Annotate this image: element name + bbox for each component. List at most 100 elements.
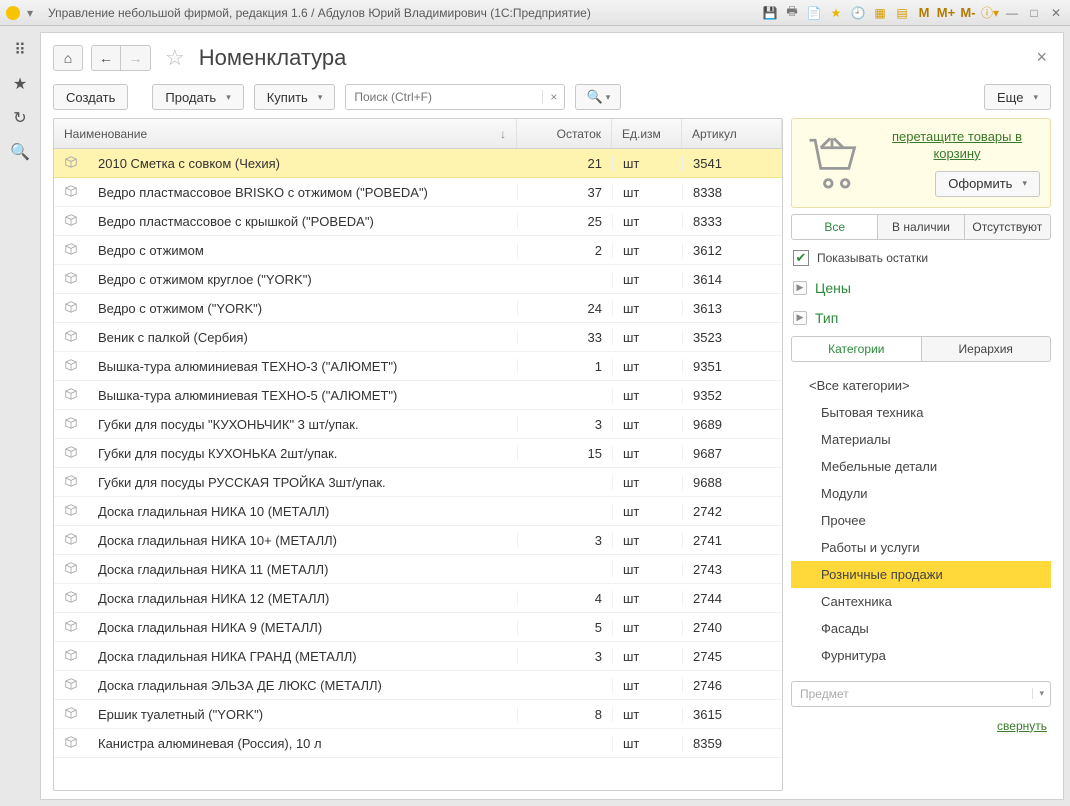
item-name: Вышка-тура алюминиевая ТЕХНО-5 ("АЛЮМЕТ"…: [88, 388, 517, 403]
item-qty: 3: [517, 417, 612, 432]
more-button[interactable]: Еще: [984, 84, 1051, 110]
item-name: Губки для посуды КУХОНЬКА 2шт/упак.: [88, 446, 517, 461]
table-row[interactable]: Ершик туалетный ("YORK")8шт3615: [54, 700, 782, 729]
search-button[interactable]: 🔍▾: [575, 84, 621, 110]
category-item[interactable]: <Все категории>: [791, 372, 1051, 399]
history-icon[interactable]: 🕘: [850, 5, 866, 21]
table-row[interactable]: Доска гладильная НИКА 12 (МЕТАЛЛ)4шт2744: [54, 584, 782, 613]
maximize-icon[interactable]: □: [1026, 5, 1042, 21]
type-expander[interactable]: ▶Тип: [791, 306, 1051, 330]
star-icon[interactable]: ★: [10, 74, 30, 94]
category-item[interactable]: Фасады: [791, 615, 1051, 642]
item-icon: [54, 503, 88, 520]
item-icon: [54, 300, 88, 317]
memory-m-plus[interactable]: M+: [938, 5, 954, 21]
memory-m[interactable]: M: [916, 5, 932, 21]
table-row[interactable]: Веник с палкой (Сербия)33шт3523: [54, 323, 782, 352]
history-icon[interactable]: ↻: [10, 108, 30, 128]
table-row[interactable]: Губки для посуды КУХОНЬКА 2шт/упак.15шт9…: [54, 439, 782, 468]
col-name[interactable]: Наименование↓: [54, 119, 517, 148]
table-row[interactable]: Вышка-тура алюминиевая ТЕХНО-5 ("АЛЮМЕТ"…: [54, 381, 782, 410]
checkout-button[interactable]: Оформить: [935, 171, 1040, 197]
dropdown-icon[interactable]: ▾: [22, 5, 38, 21]
memory-m-minus[interactable]: M-: [960, 5, 976, 21]
collapse-link[interactable]: свернуть: [997, 719, 1047, 733]
category-item[interactable]: Мебельные детали: [791, 453, 1051, 480]
table-row[interactable]: Губки для посуды РУССКАЯ ТРОЙКА 3шт/упак…: [54, 468, 782, 497]
filter-tab[interactable]: Отсутствуют: [965, 214, 1051, 240]
filter-tab[interactable]: В наличии: [878, 214, 964, 240]
item-unit: шт: [612, 301, 682, 316]
item-article: 2742: [682, 504, 782, 519]
category-item[interactable]: Фурнитура: [791, 642, 1051, 669]
item-article: 8359: [682, 736, 782, 751]
category-item[interactable]: Работы и услуги: [791, 534, 1051, 561]
table-row[interactable]: Доска гладильная НИКА 10 (МЕТАЛЛ)шт2742: [54, 497, 782, 526]
table-row[interactable]: Доска гладильная НИКА 11 (МЕТАЛЛ)шт2743: [54, 555, 782, 584]
item-article: 3615: [682, 707, 782, 722]
table-row[interactable]: Доска гладильная НИКА 10+ (МЕТАЛЛ)3шт274…: [54, 526, 782, 555]
create-button[interactable]: Создать: [53, 84, 128, 110]
category-item[interactable]: Розничные продажи: [791, 561, 1051, 588]
doc-icon[interactable]: 📄: [806, 5, 822, 21]
calculator-icon[interactable]: ▦: [872, 5, 888, 21]
table-row[interactable]: Доска гладильная НИКА 9 (МЕТАЛЛ)5шт2740: [54, 613, 782, 642]
table-row[interactable]: Губки для посуды "КУХОНЬЧИК" 3 шт/упак.3…: [54, 410, 782, 439]
cart-dropzone[interactable]: перетащите товары в корзину Оформить: [791, 118, 1051, 208]
table-row[interactable]: Вышка-тура алюминиевая ТЕХНО-3 ("АЛЮМЕТ"…: [54, 352, 782, 381]
favorite-toggle-icon[interactable]: ☆: [165, 45, 185, 71]
buy-button[interactable]: Купить: [254, 84, 336, 110]
category-item[interactable]: Бытовая техника: [791, 399, 1051, 426]
cart-hint-link[interactable]: перетащите товары в корзину: [892, 129, 1022, 161]
table-row[interactable]: Ведро пластмассовое BRISKO с отжимом ("P…: [54, 178, 782, 207]
item-icon: [54, 387, 88, 404]
col-qty[interactable]: Остаток: [517, 119, 612, 148]
item-icon: [54, 648, 88, 665]
table-row[interactable]: Канистра алюминевая (Россия), 10 лшт8359: [54, 729, 782, 758]
search-input[interactable]: [346, 90, 542, 104]
table-row[interactable]: Ведро пластмассовое с крышкой ("POBEDA")…: [54, 207, 782, 236]
info-icon[interactable]: ⓘ▾: [982, 5, 998, 21]
view-tab[interactable]: Категории: [791, 336, 922, 362]
minimize-icon[interactable]: —: [1004, 5, 1020, 21]
forward-button[interactable]: →: [121, 45, 151, 71]
view-tab[interactable]: Иерархия: [922, 336, 1052, 362]
search-section-icon[interactable]: 🔍: [10, 142, 30, 162]
item-icon: [54, 532, 88, 549]
prices-expander[interactable]: ▶Цены: [791, 276, 1051, 300]
item-icon: [54, 213, 88, 230]
home-button[interactable]: ⌂: [53, 45, 83, 71]
filter-tab[interactable]: Все: [791, 214, 878, 240]
category-item[interactable]: Сантехника: [791, 588, 1051, 615]
table-row[interactable]: Ведро с отжимом2шт3612: [54, 236, 782, 265]
table-row[interactable]: Доска гладильная ЭЛЬЗА ДЕ ЛЮКС (МЕТАЛЛ)ш…: [54, 671, 782, 700]
apps-icon[interactable]: ⠿: [10, 40, 30, 60]
table-row[interactable]: Ведро с отжимом круглое ("YORK")шт3614: [54, 265, 782, 294]
category-item[interactable]: Материалы: [791, 426, 1051, 453]
col-unit[interactable]: Ед.изм: [612, 119, 682, 148]
favorite-icon[interactable]: ★: [828, 5, 844, 21]
calendar-icon[interactable]: ▤: [894, 5, 910, 21]
print-icon[interactable]: 🖶: [784, 5, 800, 21]
table-row[interactable]: 2010 Сметка с совком (Чехия)21шт3541: [54, 149, 782, 178]
item-name: Ершик туалетный ("YORK"): [88, 707, 517, 722]
item-name: Ведро с отжимом круглое ("YORK"): [88, 272, 517, 287]
close-page-button[interactable]: ×: [1032, 43, 1051, 72]
save-icon[interactable]: 💾: [762, 5, 778, 21]
item-unit: шт: [612, 243, 682, 258]
clear-search-button[interactable]: ×: [542, 90, 564, 104]
table-row[interactable]: Ведро с отжимом ("YORK")24шт3613: [54, 294, 782, 323]
show-qty-checkbox[interactable]: ✔: [793, 250, 809, 266]
item-name: Губки для посуды РУССКАЯ ТРОЙКА 3шт/упак…: [88, 475, 517, 490]
item-name: Ведро с отжимом: [88, 243, 517, 258]
table-row[interactable]: Доска гладильная НИКА ГРАНД (МЕТАЛЛ)3шт2…: [54, 642, 782, 671]
back-button[interactable]: ←: [91, 45, 121, 71]
subject-combo[interactable]: Предмет: [791, 681, 1051, 707]
sell-button[interactable]: Продать: [152, 84, 243, 110]
item-icon: [54, 242, 88, 259]
col-article[interactable]: Артикул: [682, 119, 782, 148]
category-item[interactable]: Модули: [791, 480, 1051, 507]
window-close-icon[interactable]: ✕: [1048, 5, 1064, 21]
item-article: 3541: [682, 156, 782, 171]
category-item[interactable]: Прочее: [791, 507, 1051, 534]
